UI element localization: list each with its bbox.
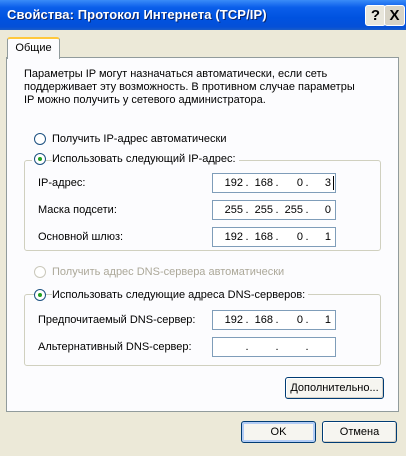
ok-button[interactable]: OK: [241, 421, 316, 443]
window-title: Свойства: Протокол Интернета (TCP/IP): [7, 7, 267, 22]
ip-octet: 168: [254, 231, 273, 243]
ip-address-label: IP-адрес:: [38, 177, 86, 189]
preferred-dns-label: Предпочитаемый DNS-сервер:: [38, 314, 196, 326]
intro-line: IP можно получить у сетевого администрат…: [24, 94, 266, 106]
ip-octet: 0: [296, 231, 303, 243]
ip-manual-radio[interactable]: [34, 153, 46, 165]
gateway-field[interactable]: 192 . 168 . 0 . 1: [212, 227, 336, 247]
title-bar[interactable]: Свойства: Протокол Интернета (TCP/IP) ? …: [0, 0, 406, 30]
gateway-label: Основной шлюз:: [38, 231, 124, 243]
subnet-mask-field[interactable]: 255 . 255 . 255 . 0: [212, 200, 336, 220]
ip-octet: 1: [324, 231, 331, 243]
dns-auto-radio[interactable]: [34, 266, 46, 278]
ip-auto-radio[interactable]: [34, 133, 46, 145]
ip-octet: 0: [296, 314, 303, 326]
ip-octet: 0: [324, 204, 331, 216]
ip-octet: 3: [324, 177, 331, 189]
preferred-dns-field[interactable]: 192 . 168 . 0 . 1: [212, 310, 336, 330]
dns-manual-radio[interactable]: [34, 289, 46, 301]
ip-octet: 192: [224, 314, 243, 326]
ip-dot: .: [305, 341, 309, 353]
cancel-button[interactable]: Отмена: [322, 421, 397, 443]
dns-manual-label[interactable]: Использовать следующие адреса DNS-сервер…: [52, 289, 309, 301]
ip-octet: 192: [224, 177, 243, 189]
subnet-mask-label: Маска подсети:: [38, 204, 117, 216]
tab-general[interactable]: Общие: [7, 37, 60, 59]
intro-line: поддерживает эту возможность. В противно…: [24, 81, 355, 93]
ip-dot: .: [245, 341, 249, 353]
ip-octet: 255: [284, 204, 303, 216]
help-button[interactable]: ?: [365, 5, 386, 26]
close-button[interactable]: X: [384, 5, 405, 26]
ip-octet: 255: [224, 204, 243, 216]
text-caret: [333, 176, 334, 190]
alternate-dns-field[interactable]: . . .: [212, 337, 336, 357]
alternate-dns-label: Альтернативный DNS-сервер:: [38, 341, 192, 353]
intro-text: Параметры IP могут назначаться автоматич…: [24, 68, 355, 107]
ip-dot: .: [275, 341, 279, 353]
ip-octet: 0: [296, 177, 303, 189]
ip-auto-label[interactable]: Получить IP-адрес автоматически: [52, 133, 226, 145]
advanced-button[interactable]: Дополнительно...: [285, 377, 384, 399]
ip-address-field[interactable]: 192 . 168 . 0 . 3: [212, 173, 336, 193]
tab-strip: Общие: [0, 30, 406, 59]
ip-octet: 255: [254, 204, 273, 216]
dns-auto-label[interactable]: Получить адрес DNS-сервера автоматически: [52, 266, 284, 278]
ip-octet: 1: [324, 314, 331, 326]
ip-octet: 192: [224, 231, 243, 243]
ip-manual-label[interactable]: Использовать следующий IP-адрес:: [52, 153, 239, 165]
ip-octet: 168: [254, 177, 273, 189]
intro-line: Параметры IP могут назначаться автоматич…: [24, 68, 328, 80]
ip-octet: 168: [254, 314, 273, 326]
